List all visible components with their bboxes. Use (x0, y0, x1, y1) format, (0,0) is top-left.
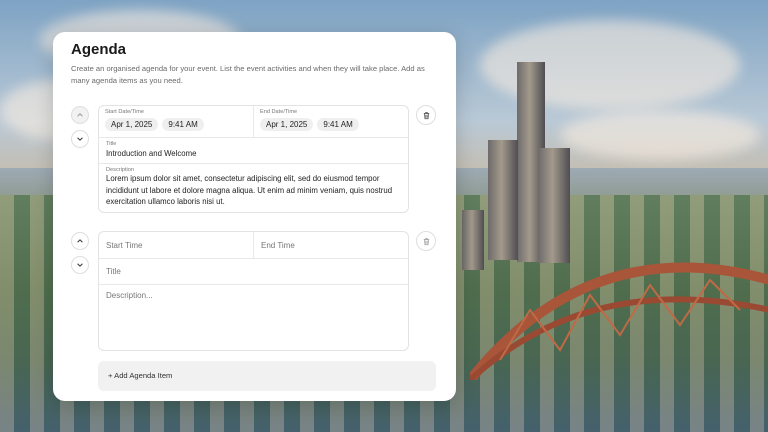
end-time-pill[interactable]: 9:41 AM (317, 118, 359, 131)
end-datetime-label: End Date/Time (260, 109, 298, 115)
description-value: Lorem ipsum dolor sit amet, consectetur … (106, 174, 393, 206)
agenda-card: Agenda Create an organised agenda for yo… (53, 32, 456, 401)
trash-icon (423, 111, 429, 119)
agenda-item: Start Date/Time Apr 1, 2025 9:41 AM End … (98, 105, 409, 213)
agenda-title: Agenda (71, 41, 127, 58)
trash-icon (423, 237, 429, 245)
end-time-placeholder: End Time (261, 241, 295, 250)
move-up-button[interactable] (71, 106, 89, 124)
start-datetime-label: Start Date/Time (105, 109, 144, 115)
description-placeholder: Description... (106, 291, 153, 300)
add-agenda-item-button[interactable]: + Add Agenda Item (98, 361, 436, 391)
title-input[interactable]: Title (99, 259, 408, 285)
delete-item-button[interactable] (416, 231, 436, 251)
description-input[interactable]: Description... (99, 285, 408, 350)
title-value: Introduction and Welcome (106, 149, 197, 158)
move-up-button[interactable] (71, 232, 89, 250)
chevron-up-icon (77, 113, 83, 117)
end-time-input[interactable]: End Time (253, 232, 408, 258)
chevron-down-icon (77, 263, 83, 267)
agenda-description: Create an organised agenda for your even… (71, 64, 425, 85)
chevron-down-icon (77, 137, 83, 141)
description-field[interactable]: Description Lorem ipsum dolor sit amet, … (99, 164, 408, 212)
chevron-up-icon (77, 239, 83, 243)
end-datetime-field[interactable]: End Date/Time Apr 1, 2025 9:41 AM (253, 106, 408, 137)
start-date-pill[interactable]: Apr 1, 2025 (105, 118, 159, 131)
agenda-item: Start Time End Time Title Description... (98, 231, 409, 351)
title-field[interactable]: Title Introduction and Welcome (99, 138, 408, 164)
move-down-button[interactable] (71, 256, 89, 274)
start-time-input[interactable]: Start Time (99, 232, 253, 258)
title-label: Title (106, 141, 117, 147)
title-placeholder: Title (106, 267, 121, 276)
start-time-placeholder: Start Time (106, 241, 143, 250)
start-datetime-field[interactable]: Start Date/Time Apr 1, 2025 9:41 AM (99, 106, 253, 137)
delete-item-button[interactable] (416, 105, 436, 125)
bridge-illustration (470, 262, 768, 380)
move-down-button[interactable] (71, 130, 89, 148)
end-date-pill[interactable]: Apr 1, 2025 (260, 118, 314, 131)
start-time-pill[interactable]: 9:41 AM (162, 118, 204, 131)
